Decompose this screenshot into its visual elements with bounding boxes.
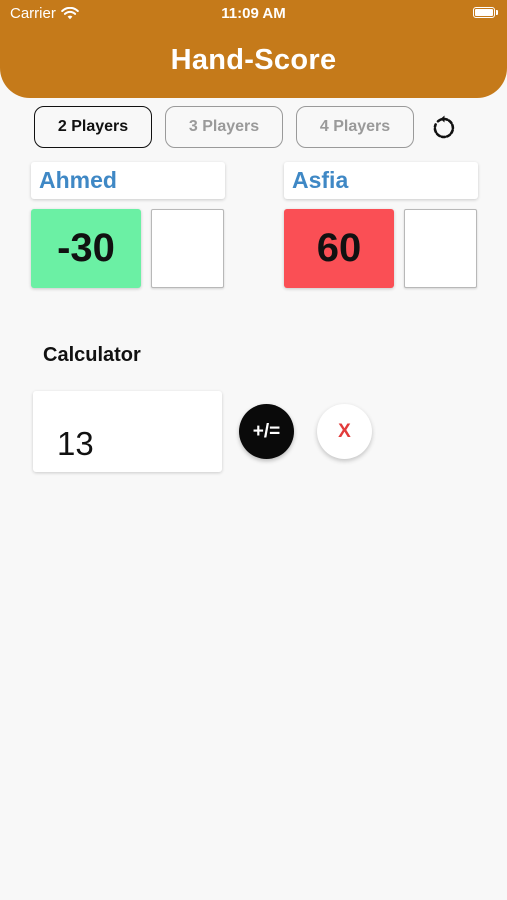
calculator-input[interactable]: 13 <box>33 391 222 472</box>
calculator-label: Calculator <box>43 344 141 366</box>
apply-button[interactable]: +/= <box>239 404 294 459</box>
app-header: Carrier 11:09 AM Hand-Score <box>0 0 507 98</box>
app-screen: Carrier 11:09 AM Hand-Score 2 Players 3 … <box>0 0 507 900</box>
status-time: 11:09 AM <box>221 5 286 22</box>
reset-icon <box>433 115 455 139</box>
player-score-ahmed: -30 <box>31 209 141 288</box>
three-players-button[interactable]: 3 Players <box>165 106 283 148</box>
score-entry-asfia[interactable] <box>404 209 477 288</box>
player-score-asfia: 60 <box>284 209 394 288</box>
battery-icon <box>473 7 498 18</box>
player-name-ahmed[interactable]: Ahmed <box>31 162 225 199</box>
clear-button[interactable]: X <box>317 404 372 459</box>
four-players-button[interactable]: 4 Players <box>296 106 414 148</box>
reset-button[interactable] <box>430 114 458 142</box>
two-players-button[interactable]: 2 Players <box>34 106 152 148</box>
score-entry-ahmed[interactable] <box>151 209 224 288</box>
status-bar: Carrier 11:09 AM <box>0 0 507 30</box>
player-name-asfia[interactable]: Asfia <box>284 162 478 199</box>
page-title: Hand-Score <box>170 44 337 76</box>
